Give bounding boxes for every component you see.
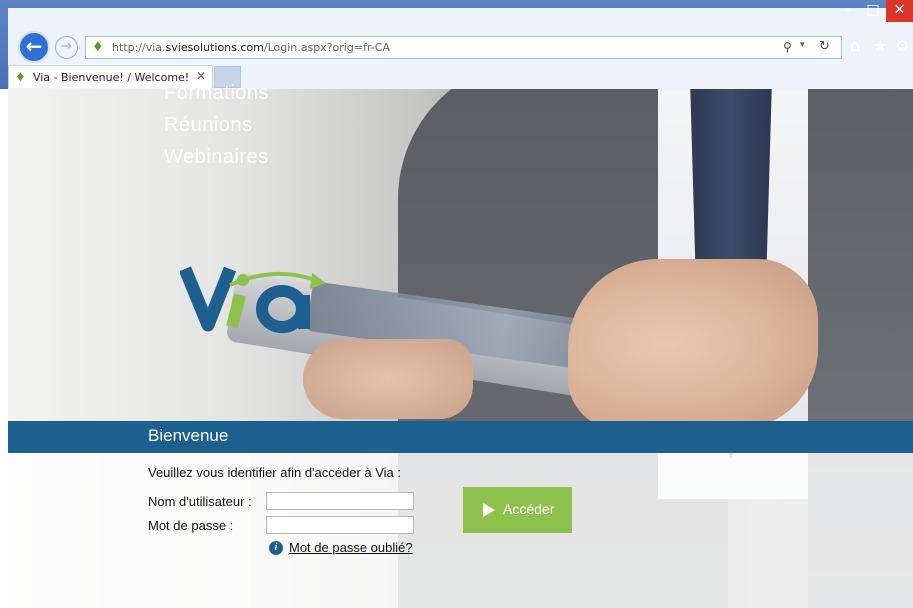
login-submit-button[interactable]: Accéder xyxy=(463,487,572,533)
search-icon[interactable]: ⚲ xyxy=(783,40,792,54)
via-logo xyxy=(180,266,326,333)
home-icon[interactable]: ⌂ xyxy=(850,36,860,56)
tagline-formations: Formations xyxy=(164,82,270,104)
forgot-password-link[interactable]: Mot de passe oublié? xyxy=(289,540,413,555)
url-path: /Login.aspx?orig=fr-CA xyxy=(263,41,390,54)
tagline-reunions: Réunions xyxy=(164,114,253,136)
minimize-button[interactable]: – xyxy=(836,0,860,22)
url-prefix: http://via. xyxy=(112,41,166,54)
gear-icon[interactable]: ⚙ xyxy=(895,36,909,56)
refresh-icon[interactable]: ↻ xyxy=(819,39,830,54)
login-panel xyxy=(8,453,913,608)
background-photo-hand-lower xyxy=(303,339,473,419)
password-label: Mot de passe : xyxy=(148,518,234,533)
welcome-heading: Bienvenue xyxy=(148,426,229,445)
site-favicon-icon: ♦ xyxy=(92,40,104,55)
play-icon xyxy=(483,503,495,517)
close-icon[interactable]: ✕ xyxy=(196,69,206,83)
submit-label: Accéder xyxy=(503,501,555,517)
chevron-down-icon[interactable]: ▾ xyxy=(800,40,805,50)
username-field[interactable] xyxy=(266,492,414,510)
maximize-button[interactable]: □ xyxy=(861,0,885,22)
url-domain: sviesolutions.com xyxy=(165,41,264,54)
back-button[interactable]: ← xyxy=(18,31,50,63)
username-label: Nom d'utilisateur : xyxy=(148,494,252,509)
forward-icon: → xyxy=(61,39,72,54)
info-icon: i xyxy=(269,541,283,555)
address-bar[interactable]: ♦ http://via.sviesolutions.com/Login.asp… xyxy=(85,36,842,59)
url-text[interactable]: http://via.sviesolutions.com/Login.aspx?… xyxy=(112,41,390,54)
login-instruction: Veuillez vous identifier afin d'accéder … xyxy=(148,465,402,480)
background-photo-hand xyxy=(568,259,818,429)
back-icon: ← xyxy=(25,34,43,58)
tab-favicon-icon: ♦ xyxy=(15,70,26,84)
welcome-band xyxy=(8,421,913,453)
tagline-webinaires: Webinaires xyxy=(164,146,269,168)
forward-button[interactable]: → xyxy=(55,36,78,59)
password-field[interactable] xyxy=(266,516,414,534)
close-window-button[interactable]: ✕ xyxy=(886,0,913,22)
star-icon[interactable]: ★ xyxy=(873,36,887,56)
